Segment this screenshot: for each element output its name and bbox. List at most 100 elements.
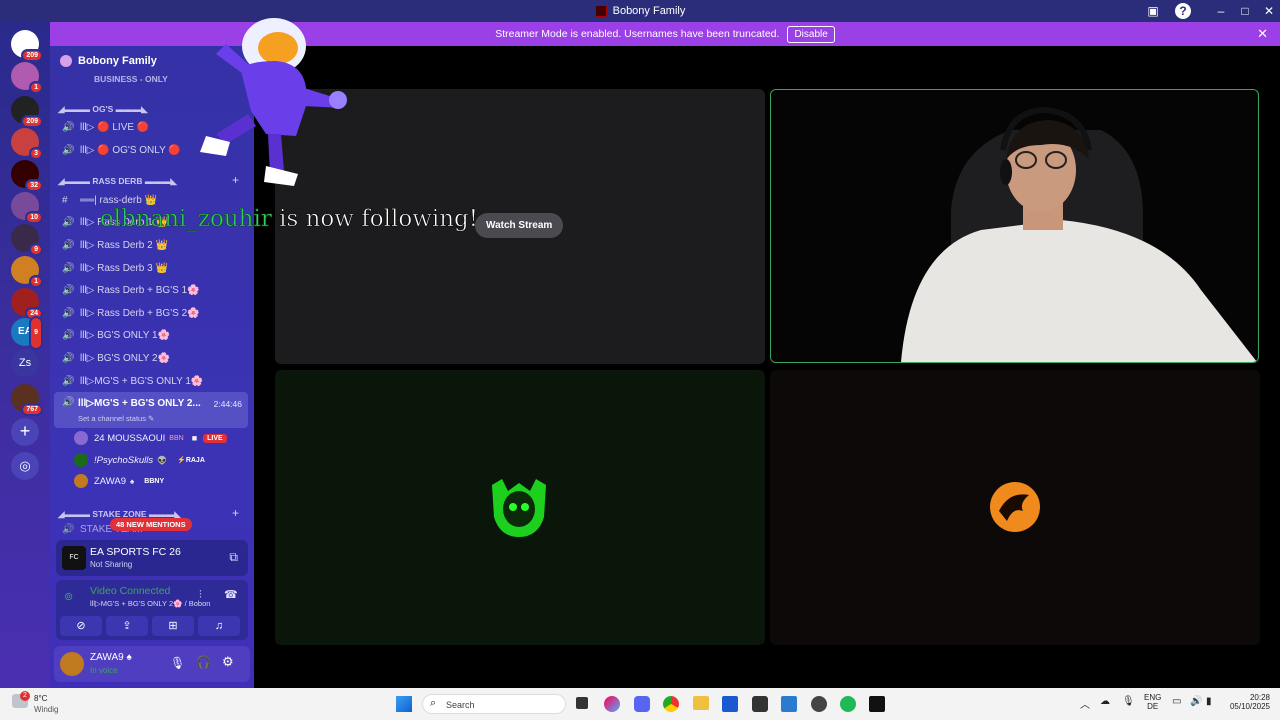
- activity-game: EA SPORTS FC 26: [90, 546, 181, 558]
- speaker-icon: 🔊: [62, 397, 75, 408]
- server-icon[interactable]: 3: [11, 128, 43, 160]
- category-ogs[interactable]: ◢▬▬▬ OG'S ▬▬▬◣: [58, 104, 148, 115]
- store-icon[interactable]: [722, 696, 738, 712]
- headphones-icon[interactable]: 🎧: [196, 655, 211, 669]
- user-tag: BBN: [169, 434, 184, 442]
- close-banner-icon[interactable]: ✕: [1257, 26, 1268, 42]
- file-explorer-icon[interactable]: [693, 696, 709, 710]
- voice-channel-rass-derb-bg-2[interactable]: 🔊 lll▷ Rass Derb + BG'S 2🌸: [58, 303, 248, 323]
- username: 24 MOUSSAOUI: [94, 432, 166, 444]
- disconnect-icon[interactable]: ☎: [224, 588, 238, 601]
- server-icon[interactable]: 1: [11, 256, 43, 288]
- watch-stream-button[interactable]: Watch Stream: [475, 213, 564, 238]
- speaker-icon: 🔊: [62, 121, 75, 133]
- signal-icon[interactable]: ⊚: [64, 590, 73, 603]
- maximize-button[interactable]: □: [1237, 3, 1253, 19]
- task-view-icon[interactable]: [576, 697, 588, 709]
- server-icon[interactable]: 767: [11, 384, 43, 416]
- voice-user[interactable]: !PsychoSkulls 👽 ⚡RAJA: [74, 453, 209, 467]
- voice-channel-mg-bg-2-selected[interactable]: 🔊 lll▷MG'S + BG'S ONLY 2... 2:44:46 Set …: [54, 392, 248, 428]
- badge: 32: [25, 179, 43, 192]
- user-tag-pill: BBNY: [144, 477, 165, 485]
- voice-channel-bg-only-2[interactable]: 🔊 lll▷ BG'S ONLY 2🌸: [58, 348, 248, 368]
- minimize-button[interactable]: –: [1213, 3, 1229, 19]
- weather-temp: 8°C: [34, 694, 48, 703]
- add-server-icon[interactable]: +: [11, 418, 39, 446]
- avatar: [74, 453, 88, 467]
- volume-icon[interactable]: 🔊: [1190, 696, 1202, 707]
- set-channel-status[interactable]: Set a channel status ✎: [78, 414, 154, 423]
- participant-tile[interactable]: [275, 370, 765, 645]
- network-icon[interactable]: ▭: [1172, 696, 1181, 707]
- app-icon[interactable]: [811, 696, 827, 712]
- discord-taskbar-icon[interactable]: [634, 696, 650, 712]
- app-logo-icon: [594, 5, 607, 17]
- discover-icon[interactable]: ◎: [11, 452, 39, 480]
- noise-suppression-icon[interactable]: ⫶: [199, 589, 202, 602]
- taskbar-search[interactable]: ⌕ Search: [422, 694, 566, 714]
- voice-user[interactable]: ZAWA9 ♠ BBNY: [74, 474, 168, 488]
- direct-messages-button[interactable]: 209: [11, 30, 43, 62]
- copilot-icon[interactable]: [604, 696, 620, 712]
- microphone-tray-icon[interactable]: 🎙: [1122, 696, 1135, 707]
- ea-server-icon[interactable]: EA 9: [11, 316, 43, 350]
- server-icon[interactable]: 1: [11, 62, 43, 94]
- server-icon[interactable]: 209: [11, 96, 43, 128]
- new-mentions-pill[interactable]: 48 NEW MENTIONS: [110, 518, 192, 531]
- user-status: In voice: [90, 666, 118, 675]
- soundboard-button[interactable]: ♫: [198, 616, 240, 636]
- badge: 10: [25, 211, 43, 224]
- channel-label: lll▷ BG'S ONLY 2🌸: [80, 352, 171, 364]
- clock[interactable]: 20:28 05/10/2025: [1226, 693, 1270, 711]
- screen-share-button[interactable]: ⇪: [106, 616, 148, 636]
- fc-taskbar-icon[interactable]: [869, 696, 885, 712]
- dragon-avatar-image: [990, 482, 1040, 532]
- voice-channel-path[interactable]: lll▷MG'S + BG'S ONLY 2🌸 / Bobony Fam...: [90, 599, 210, 608]
- voice-channel-rass-derb-3[interactable]: 🔊 lll▷ Rass Derb 3 👑: [58, 258, 248, 278]
- stream-screen-icon[interactable]: ⧉: [229, 550, 238, 565]
- spotify-icon[interactable]: [840, 696, 856, 712]
- add-channel-icon[interactable]: +: [232, 506, 239, 520]
- voice-channel-bg-only-1[interactable]: 🔊 lll▷ BG'S ONLY 1🌸: [58, 325, 248, 345]
- battery-icon[interactable]: ▮: [1206, 696, 1212, 707]
- server-icon[interactable]: 24: [11, 288, 43, 320]
- user-avatar[interactable]: [60, 652, 84, 676]
- settings-gear-icon[interactable]: ⚙: [222, 654, 234, 670]
- server-icon[interactable]: 10: [11, 192, 43, 224]
- help-icon[interactable]: ?: [1175, 3, 1191, 19]
- server-icon[interactable]: 32: [11, 160, 43, 192]
- microphone-icon[interactable]: 🎙: [170, 656, 185, 670]
- category-rass-derb[interactable]: ◢▬▬▬ RASS DERB ▬▬▬◣: [58, 176, 177, 187]
- speaker-icon: 🔊: [62, 239, 75, 251]
- cloud-icon[interactable]: ☁: [1100, 696, 1110, 707]
- webcam-person-image: [771, 90, 1257, 362]
- fc-game-icon: FC: [62, 546, 86, 570]
- banner-text: Streamer Mode is enabled. Usernames have…: [495, 28, 780, 40]
- follow-alert: elbnani_zouhir is now following!: [100, 206, 479, 233]
- app-icon[interactable]: [781, 696, 797, 712]
- voice-channel-rass-derb-2[interactable]: 🔊 lll▷ Rass Derb 2 👑: [58, 235, 248, 255]
- follow-message: is now following!: [279, 206, 479, 233]
- close-window-button[interactable]: ✕: [1261, 3, 1277, 19]
- channel-partial[interactable]: BUSINESS - ONLY: [94, 74, 168, 84]
- chevron-up-icon[interactable]: ︿: [1080, 696, 1090, 711]
- server-icon[interactable]: 9: [11, 224, 43, 256]
- start-button[interactable]: [396, 696, 412, 712]
- chrome-icon[interactable]: [663, 696, 679, 712]
- participant-tile[interactable]: [770, 370, 1260, 645]
- app-icon[interactable]: [752, 696, 768, 712]
- voice-channel-mg-bg-1[interactable]: 🔊 lll▷MG'S + BG'S ONLY 1🌸: [58, 371, 248, 391]
- windows-taskbar: 2 8°C Windig ⌕ Search ︿ ☁ 🎙 ENG DE ▭ 🔊 ▮ …: [0, 688, 1280, 720]
- camera-off-button[interactable]: ⊘: [60, 616, 102, 636]
- zs-server-icon[interactable]: Zs: [11, 349, 39, 377]
- language-switcher[interactable]: ENG DE: [1144, 693, 1161, 711]
- activities-button[interactable]: ⊞: [152, 616, 194, 636]
- screen-share-icon[interactable]: ▣: [1145, 3, 1161, 19]
- webcam-tile[interactable]: [770, 89, 1259, 363]
- speaker-icon: 🔊: [62, 352, 75, 364]
- voice-user[interactable]: 24 MOUSSAOUI BBN ■ LIVE: [74, 431, 227, 445]
- voice-channel-rass-derb-bg-1[interactable]: 🔊 lll▷ Rass Derb + BG'S 1🌸: [58, 280, 248, 300]
- server-header[interactable]: Bobony Family: [60, 55, 157, 67]
- channel-label: ══| rass-derb 👑: [80, 194, 158, 206]
- disable-streamer-button[interactable]: Disable: [787, 25, 835, 43]
